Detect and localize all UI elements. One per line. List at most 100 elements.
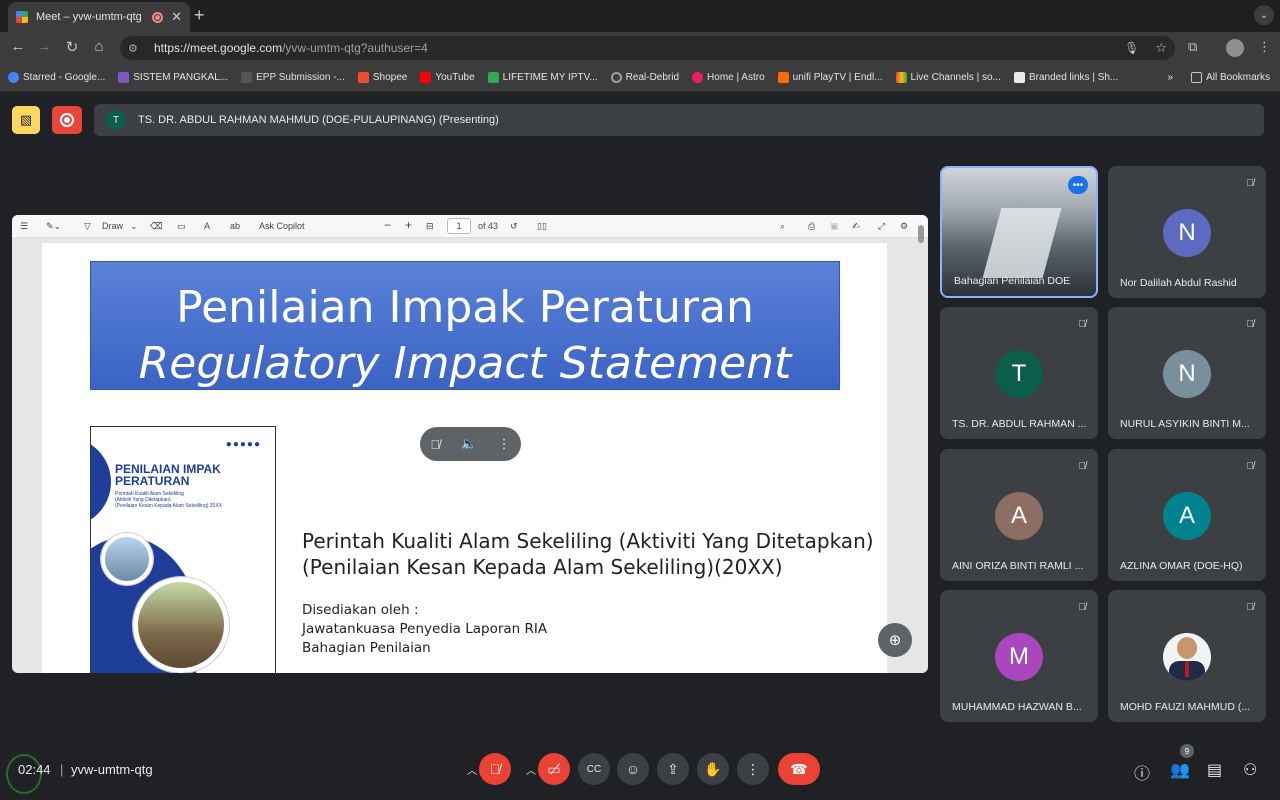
rotate-icon[interactable]: ↺	[510, 221, 518, 232]
bookmark-item[interactable]: EPP Submission -...	[241, 72, 345, 83]
page-view-icon[interactable]: ▯▯	[537, 221, 547, 232]
recording-button[interactable]	[52, 106, 82, 134]
mic-off-icon[interactable]: 🎙̸	[430, 437, 440, 452]
volume-icon[interactable]: 🔈	[461, 436, 477, 452]
zoom-presentation-button[interactable]: ⊕	[878, 623, 912, 657]
bookmark-item[interactable]: Starred - Google...	[8, 72, 105, 83]
participant-tile[interactable]: 🎙̸ A AINI ORIZA BINTI RAMLI ...	[940, 449, 1098, 581]
more-bookmarks-icon[interactable]: »	[1168, 72, 1174, 83]
stop-sharing-button[interactable]: ▧	[12, 106, 40, 134]
slide-title-ms: Penilaian Impak Peraturan	[176, 282, 754, 333]
mic-off-icon: 🎙̸	[1246, 178, 1255, 189]
participant-name: AZLINA OMAR (DOE-HQ)	[1120, 560, 1243, 572]
raise-hand-button[interactable]: ✋	[697, 753, 729, 785]
fit-page-icon[interactable]: ⊟	[426, 221, 434, 232]
draw-button[interactable]: Draw	[102, 221, 123, 231]
site-info-icon[interactable]: ⚙	[128, 42, 142, 55]
bookmark-item[interactable]: Shopee	[357, 72, 407, 83]
bookmark-item[interactable]: YouTube	[420, 72, 475, 83]
save-icon[interactable]: ▣	[830, 221, 839, 232]
back-icon[interactable]: ←	[8, 38, 28, 55]
emoji-icon: ☺	[625, 761, 641, 777]
participant-tile[interactable]: ••• Bahagian Penilaian DOE	[940, 166, 1098, 298]
highlight-icon[interactable]: ✎⌄	[46, 221, 61, 232]
slide-title-en: Regulatory Impact Statement	[138, 338, 792, 389]
hand-icon: ✋	[704, 760, 722, 777]
bookmark-item[interactable]: Branded links | Sh...	[1013, 72, 1118, 83]
bookmark-item[interactable]: Real-Debrid	[610, 72, 679, 83]
people-icon[interactable]: 👥	[1170, 760, 1190, 780]
record-icon	[60, 113, 74, 127]
fullscreen-icon[interactable]: ⤢	[878, 221, 885, 232]
save-as-icon[interactable]: ✍	[852, 221, 860, 232]
eraser-icon[interactable]: ⌫	[150, 221, 163, 232]
home-icon[interactable]: ⌂	[89, 38, 109, 55]
contents-icon[interactable]: ☰	[20, 221, 28, 232]
participant-tile[interactable]: 🎙̸ T TS. DR. ABDUL RAHMAN ...	[940, 307, 1098, 439]
draw-icon[interactable]: ▽	[84, 221, 91, 232]
more-options-icon[interactable]: ⋮	[498, 436, 511, 452]
participant-tile[interactable]: 🎙̸ MOHD FAUZI MAHMUD (...	[1108, 590, 1266, 722]
read-aloud-icon[interactable]: A	[204, 221, 210, 231]
browser-menu-icon[interactable]: ⋮	[1258, 39, 1271, 55]
presenter-label: TS. DR. ABDUL RAHMAN MAHMUD (DOE-PULAUPI…	[138, 114, 499, 126]
search-icon[interactable]: ⌕	[780, 221, 785, 232]
bookmark-item[interactable]: SISTEM PANGKAL...	[118, 72, 228, 83]
page-number-input[interactable]: 1	[447, 218, 471, 234]
present-button[interactable]: ⇪	[657, 753, 689, 785]
participant-tile[interactable]: 🎙̸ N NURUL ASYIKIN BINTI M...	[1108, 307, 1266, 439]
browser-toolbar: ← → ↻ ⌂ ⚙ https://meet.google.com/yvw-um…	[0, 32, 1280, 64]
text-box-icon[interactable]: ▭	[177, 221, 186, 232]
profile-avatar[interactable]	[1226, 39, 1244, 57]
meeting-info-icon[interactable]: ⓘ	[1134, 760, 1150, 784]
reactions-button[interactable]: ☺	[617, 753, 649, 785]
camera-toggle-button[interactable]: ▭̸	[538, 753, 570, 785]
bookmark-item[interactable]: Home | Astro	[692, 72, 765, 83]
forward-icon[interactable]: →	[34, 38, 54, 55]
landscape-photo	[133, 577, 229, 673]
bookmark-star-icon[interactable]: ☆	[1155, 40, 1167, 56]
bookmark-item[interactable]: LIFETIME MY IPTV...	[487, 72, 598, 83]
new-tab-button[interactable]: +	[194, 6, 205, 24]
close-tab-icon[interactable]: ✕	[171, 9, 182, 25]
zoom-in-icon[interactable]: +	[405, 218, 412, 232]
all-bookmarks-button[interactable]: All Bookmarks	[1191, 72, 1270, 83]
url-path: /yvw-umtm-qtg?authuser=4	[282, 41, 428, 55]
settings-icon[interactable]: ⚙	[900, 221, 908, 232]
mic-toggle-button[interactable]: 🎙̸	[479, 753, 511, 785]
audio-settings-chevron-icon[interactable]: ︿	[467, 762, 477, 777]
print-icon[interactable]: ⎙	[808, 221, 815, 232]
tab-search-button[interactable]: ⌄	[1254, 5, 1274, 25]
avatar: N	[1163, 350, 1211, 398]
building-photo	[101, 533, 153, 585]
mic-off-icon: 🎙̸	[1078, 461, 1087, 472]
separator: |	[60, 762, 64, 777]
more-options-button[interactable]: ⋮	[737, 753, 769, 785]
avatar: T	[995, 350, 1043, 398]
bookmark-item[interactable]: unifi PlayTV | Endl...	[777, 72, 883, 83]
translate-icon[interactable]: ab	[230, 221, 240, 231]
microphone-icon[interactable]: 🎙	[1124, 41, 1139, 55]
meeting-clock: 02:44	[18, 762, 51, 777]
captions-button[interactable]: CC	[578, 753, 610, 785]
ask-copilot-button[interactable]: Ask Copilot	[259, 221, 305, 231]
participant-tile[interactable]: 🎙̸ A AZLINA OMAR (DOE-HQ)	[1108, 449, 1266, 581]
avatar: A	[1163, 492, 1211, 540]
phone-hangup-icon: ☎	[790, 760, 808, 777]
participant-tile[interactable]: 🎙̸ N Nor Dalilah Abdul Rashid	[1108, 166, 1266, 298]
chevron-down-icon[interactable]: ⌄	[130, 221, 138, 232]
bookmark-item[interactable]: Live Channels | so...	[895, 72, 1001, 83]
video-settings-chevron-icon[interactable]: ︿	[526, 762, 536, 777]
more-options-icon[interactable]: •••	[1068, 176, 1088, 194]
address-bar[interactable]: ⚙ https://meet.google.com/yvw-umtm-qtg?a…	[120, 36, 1175, 60]
scrollbar[interactable]	[918, 225, 924, 665]
participant-tile[interactable]: 🎙̸ M MUHAMMAD HAZWAN B...	[940, 590, 1098, 722]
leave-call-button[interactable]: ☎	[778, 753, 820, 785]
avatar-photo	[1163, 633, 1211, 681]
zoom-out-icon[interactable]: −	[384, 218, 391, 232]
extensions-icon[interactable]: ⧉	[1188, 39, 1197, 55]
chat-icon[interactable]: ▤	[1207, 760, 1222, 780]
activities-icon[interactable]: ⚇	[1243, 760, 1257, 780]
tab-meet[interactable]: Meet – yvw-umtm-qtg ✕	[8, 2, 190, 32]
reload-icon[interactable]: ↻	[62, 38, 82, 56]
